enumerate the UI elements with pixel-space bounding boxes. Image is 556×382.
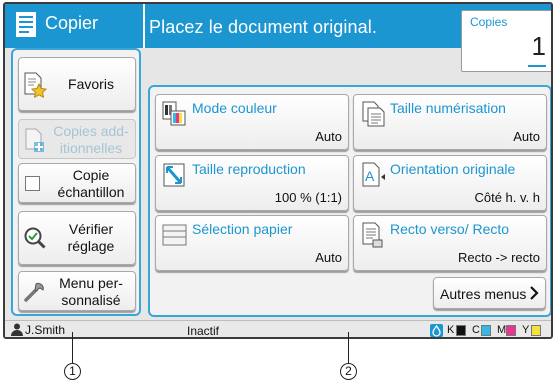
original-orientation-title: Orientation originale bbox=[390, 161, 516, 177]
additional-copies-label: Copies add-itionnelles bbox=[53, 123, 129, 156]
magnifier-check-icon bbox=[24, 227, 46, 249]
favorites-button[interactable]: Favoris bbox=[18, 57, 136, 111]
user-name[interactable]: J.Smith bbox=[25, 323, 65, 337]
duplex-value: Recto -> recto bbox=[457, 250, 540, 265]
scan-size-icon bbox=[362, 101, 385, 127]
duplex-title: Recto verso/ Recto bbox=[390, 221, 510, 237]
reproduction-size-button[interactable]: Taille reproduction 100 % (1:1) bbox=[155, 155, 349, 211]
color-mode-icon bbox=[162, 101, 186, 126]
copier-screen: Copier Placez le document original. Copi… bbox=[3, 2, 553, 339]
ink-level-y bbox=[531, 325, 541, 336]
left-panel: Favoris Copies add-itionnelles Copie éch… bbox=[11, 48, 141, 316]
favorites-label: Favoris bbox=[68, 76, 114, 92]
reproduction-size-icon bbox=[163, 163, 185, 187]
callout-line-2 bbox=[348, 332, 349, 364]
callout-line-1 bbox=[72, 332, 73, 364]
ink-label-y: Y bbox=[522, 324, 530, 336]
functions-panel: Mode couleur Auto Taille numérisation Au… bbox=[148, 85, 551, 317]
machine-status: Inactif bbox=[187, 324, 220, 338]
check-settings-button[interactable]: Vérifier réglage bbox=[18, 211, 136, 265]
ink-label-k: K bbox=[447, 324, 455, 336]
duplex-icon bbox=[362, 222, 383, 248]
custom-menu-label: Menu per-sonnalisé bbox=[59, 275, 123, 308]
color-mode-value: Auto bbox=[315, 129, 342, 144]
reproduction-size-title: Taille reproduction bbox=[192, 161, 306, 177]
paper-selection-value: Auto bbox=[315, 250, 342, 265]
additional-copies-button[interactable]: Copies add-itionnelles bbox=[18, 119, 136, 159]
scan-size-title: Taille numérisation bbox=[390, 100, 506, 116]
paper-selection-button[interactable]: Sélection papier Auto bbox=[155, 215, 349, 271]
scan-size-value: Auto bbox=[513, 129, 540, 144]
ink-level-k bbox=[456, 325, 466, 336]
app-title: Copier bbox=[45, 13, 99, 33]
scan-size-button[interactable]: Taille numérisation Auto bbox=[353, 94, 547, 150]
copies-label: Copies bbox=[470, 15, 508, 29]
paper-tray-icon bbox=[162, 224, 187, 246]
ink-drop-icon bbox=[430, 324, 443, 337]
orientation-icon: A bbox=[362, 162, 385, 187]
ink-level-c bbox=[481, 325, 491, 336]
header-divider bbox=[143, 4, 145, 48]
original-orientation-button[interactable]: A Orientation originale Côté h. v. h bbox=[353, 155, 547, 211]
copier-app-icon bbox=[16, 12, 36, 37]
custom-menu-button[interactable]: Menu per-sonnalisé bbox=[18, 271, 136, 311]
star-document-icon bbox=[24, 72, 47, 98]
sample-copy-button[interactable]: Copie échantillon bbox=[18, 163, 136, 203]
wrench-icon bbox=[24, 283, 44, 302]
callout-1: 1 bbox=[64, 363, 81, 380]
status-message: Placez le document original. bbox=[149, 17, 377, 37]
color-mode-button[interactable]: Mode couleur Auto bbox=[155, 94, 349, 150]
checkbox-icon[interactable] bbox=[25, 176, 40, 191]
check-settings-label: Vérifier réglage bbox=[67, 221, 115, 254]
callout-2: 2 bbox=[340, 363, 357, 380]
reproduction-size-value: 100 % (1:1) bbox=[274, 190, 342, 205]
user-icon bbox=[11, 323, 23, 336]
status-bar: J.Smith Inactif K C M Y bbox=[5, 320, 551, 338]
more-menus-label: Autres menus bbox=[440, 286, 527, 302]
chevron-right-icon bbox=[530, 286, 539, 300]
copies-value[interactable]: 1 bbox=[532, 31, 546, 62]
paper-selection-title: Sélection papier bbox=[192, 221, 293, 237]
ink-label-m: M bbox=[497, 324, 507, 336]
svg-text:A: A bbox=[365, 168, 375, 184]
duplex-button[interactable]: Recto verso/ Recto Recto -> recto bbox=[353, 215, 547, 271]
original-orientation-value: Côté h. v. h bbox=[474, 190, 540, 205]
add-document-icon bbox=[25, 128, 44, 152]
ink-label-c: C bbox=[472, 324, 480, 336]
more-menus-button[interactable]: Autres menus bbox=[433, 277, 546, 309]
copies-counter[interactable]: Copies 1 bbox=[461, 10, 551, 72]
copies-cursor bbox=[528, 65, 546, 67]
color-mode-title: Mode couleur bbox=[192, 100, 277, 116]
sample-copy-label: Copie échantillon bbox=[57, 167, 125, 200]
ink-level-m bbox=[506, 325, 516, 336]
